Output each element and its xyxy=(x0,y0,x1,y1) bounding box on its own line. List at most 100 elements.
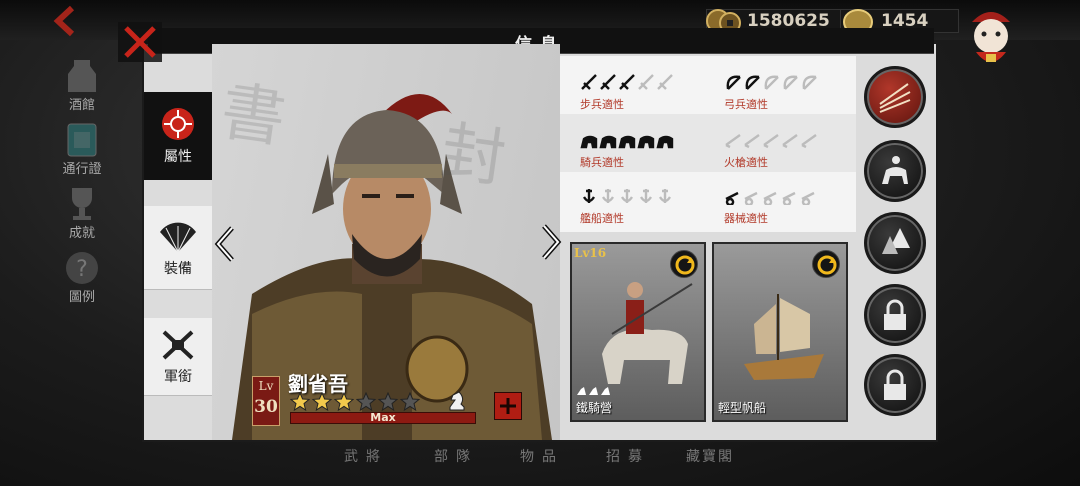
anchor-icon xyxy=(658,189,672,203)
nav-achievement[interactable]: 成就 xyxy=(50,182,114,241)
bottom-tab-items[interactable]: 物品 xyxy=(520,446,564,466)
wine-jug-icon xyxy=(68,60,96,92)
unit-stars xyxy=(576,386,611,396)
tab-rank[interactable]: 軍銜 xyxy=(144,318,212,396)
horse-icon xyxy=(618,135,636,149)
horse-icon xyxy=(580,135,598,149)
star-icon xyxy=(334,392,354,412)
lucky-cat-avatar-icon[interactable] xyxy=(962,2,1020,76)
aptitude-icons xyxy=(580,68,710,96)
back-arrow-icon[interactable] xyxy=(50,4,84,38)
anchor-icon xyxy=(601,189,615,203)
bottom-tab-recruit[interactable]: 招募 xyxy=(606,446,650,466)
pass-card-icon xyxy=(67,123,97,157)
musket-icon xyxy=(763,134,779,149)
aptitude-label: 艦船適性 xyxy=(580,212,624,225)
star-icon xyxy=(312,392,332,412)
tab-equipment-label: 裝備 xyxy=(164,261,192,277)
anchor-icon xyxy=(639,189,653,203)
anchor-icon xyxy=(582,189,596,203)
svg-text:?: ? xyxy=(76,257,88,282)
unit-type-cavalry-button[interactable] xyxy=(864,140,926,202)
plus-icon xyxy=(500,398,516,414)
bottom-tab-generals[interactable]: 武將 xyxy=(344,446,388,466)
aptitude-label: 騎兵適性 xyxy=(580,156,624,169)
nav-legend[interactable]: ? 圖例 xyxy=(50,246,114,305)
bow-icon xyxy=(745,75,760,90)
attribute-flower-icon xyxy=(162,108,194,140)
cannon-icon xyxy=(744,191,758,205)
aptitude-icons xyxy=(724,68,854,96)
tab-equipment[interactable]: 裝備 xyxy=(144,206,212,290)
horse-icon xyxy=(656,135,674,149)
sword-icon xyxy=(657,74,673,90)
aptitude-icons xyxy=(724,126,854,154)
bow-icon xyxy=(764,75,779,90)
star-icon xyxy=(378,392,398,412)
anchor-icon xyxy=(620,189,634,203)
lock-icon xyxy=(884,369,906,400)
cannon-icon xyxy=(782,191,796,205)
level-badge: Lv 30 xyxy=(252,376,280,426)
star-icon xyxy=(290,392,310,412)
nav-legend-label: 圖例 xyxy=(68,290,95,305)
crossed-swords-icon xyxy=(162,330,194,360)
nav-tavern-label: 酒館 xyxy=(68,98,95,113)
aptitude-item: 器械適性 xyxy=(724,182,854,228)
refresh-icon xyxy=(817,255,837,275)
question-icon: ? xyxy=(66,252,98,284)
level-prefix: Lv xyxy=(258,379,274,393)
tab-rank-label: 軍銜 xyxy=(164,369,192,385)
bow-icon xyxy=(726,75,741,90)
nav-achievement-label: 成就 xyxy=(68,226,95,241)
sword-icon xyxy=(638,74,654,90)
trophy-icon xyxy=(72,188,92,220)
aptitude-icons xyxy=(580,182,710,210)
musket-icon xyxy=(782,134,798,149)
bow-icon xyxy=(783,75,798,90)
aptitude-item: 艦船適性 xyxy=(580,182,710,228)
star-icon xyxy=(356,392,376,412)
add-button[interactable] xyxy=(494,392,522,420)
tree-icon xyxy=(882,228,910,254)
aptitude-icons xyxy=(724,182,854,210)
unit-type-forest-button[interactable] xyxy=(864,212,926,274)
next-hero-arrow-icon[interactable] xyxy=(540,224,562,260)
aptitude-item: 騎兵適性 xyxy=(580,126,710,172)
unit-name: 鐵騎營 xyxy=(576,401,613,415)
close-button[interactable] xyxy=(116,20,164,64)
cavalry-icon xyxy=(882,156,908,184)
swap-unit-button[interactable] xyxy=(812,250,840,278)
swap-unit-button[interactable] xyxy=(670,250,698,278)
aptitude-item: 弓兵適性 xyxy=(724,68,854,114)
lock-icon xyxy=(884,299,906,330)
calligraphy-bg: 書 xyxy=(216,74,291,158)
refresh-icon xyxy=(675,255,695,275)
tab-attributes[interactable]: 屬性 xyxy=(144,92,212,180)
unit-card-cavalry[interactable]: Lv16 鐵騎營 xyxy=(570,242,706,422)
aptitude-label: 火槍適性 xyxy=(724,156,768,169)
bottom-tab-troops[interactable]: 部隊 xyxy=(434,446,478,466)
locked-slot-button[interactable] xyxy=(864,354,926,416)
aptitude-item: 步兵適性 xyxy=(580,68,710,114)
horse-star-icon xyxy=(589,387,598,395)
nav-tavern[interactable]: 酒館 xyxy=(50,54,114,113)
prev-hero-arrow-icon[interactable] xyxy=(214,226,236,262)
unit-card-ship[interactable]: 輕型帆船 xyxy=(712,242,848,422)
unit-type-spear-button[interactable] xyxy=(864,66,926,128)
nav-pass[interactable]: 通行證 xyxy=(50,118,114,177)
calligraphy-bg: 封 xyxy=(436,114,511,198)
unit-name: 輕型帆船 xyxy=(718,401,767,415)
aptitude-label: 弓兵適性 xyxy=(724,98,768,111)
aptitude-item: 火槍適性 xyxy=(724,126,854,172)
bottom-tab-treasure[interactable]: 藏寶閣 xyxy=(686,446,734,466)
locked-slot-button[interactable] xyxy=(864,284,926,346)
sword-icon xyxy=(600,74,616,90)
bow-icon xyxy=(802,75,817,90)
cannon-icon xyxy=(725,191,739,205)
max-level-bar: Max xyxy=(290,412,476,424)
sword-icon xyxy=(581,74,597,90)
horse-icon xyxy=(599,135,617,149)
cannon-icon xyxy=(801,191,815,205)
musket-icon xyxy=(744,134,760,149)
